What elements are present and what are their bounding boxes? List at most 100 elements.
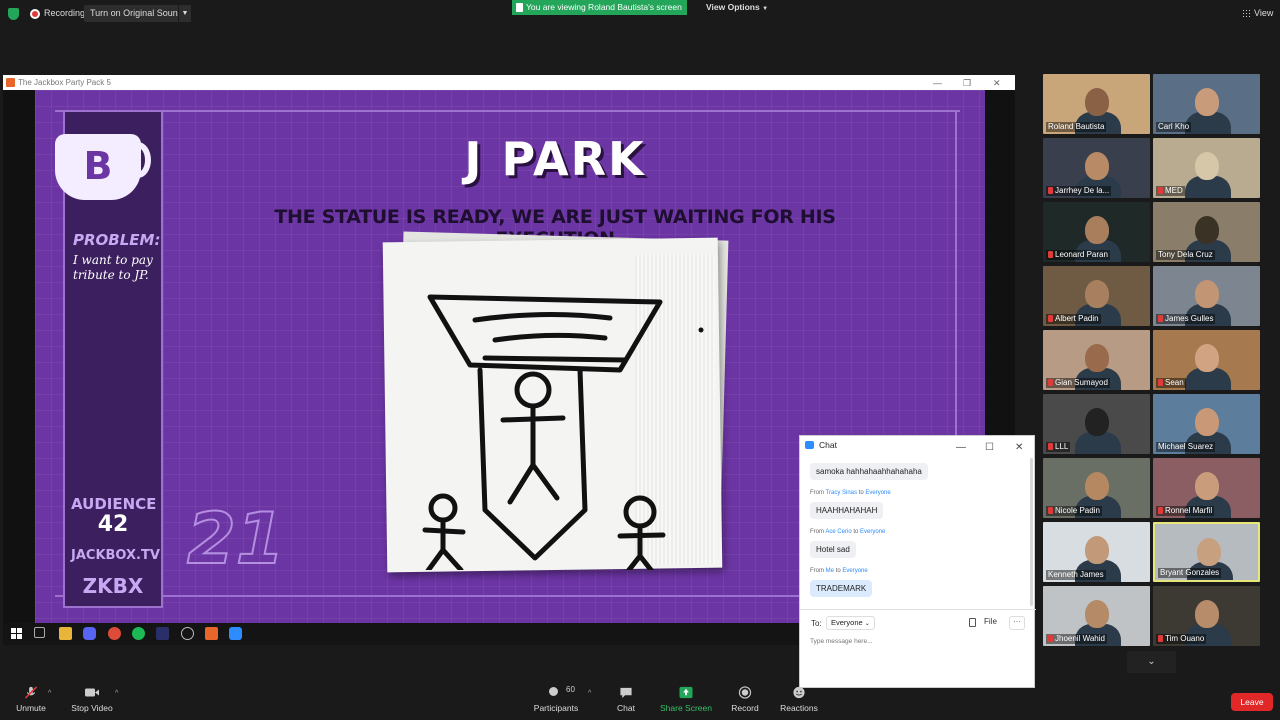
task-view-icon[interactable] xyxy=(34,627,45,638)
app-icon[interactable] xyxy=(156,627,169,640)
participant-name-text: Nicole Padin xyxy=(1055,506,1100,515)
smiley-icon xyxy=(793,686,805,699)
view-options-button[interactable]: View Options ▼ xyxy=(706,2,768,12)
steam-icon[interactable] xyxy=(181,627,194,640)
chevron-up-icon[interactable]: ^ xyxy=(48,690,51,697)
chat-scrollbar[interactable] xyxy=(1030,458,1033,606)
record-button[interactable]: Record xyxy=(728,682,762,713)
participants-button[interactable]: 60 Participants xyxy=(533,682,579,713)
share-screen-button[interactable]: Share Screen xyxy=(660,682,712,713)
more-options-button[interactable]: ··· xyxy=(1009,616,1025,630)
leave-button[interactable]: Leave xyxy=(1231,693,1273,711)
participant-name-text: Gian Sumayod xyxy=(1055,378,1108,387)
jackbox-app-icon xyxy=(6,78,15,87)
grid-view-icon[interactable] xyxy=(1242,9,1251,18)
chevron-up-icon[interactable]: ^ xyxy=(588,690,591,697)
chat-title: Chat xyxy=(819,440,837,450)
reactions-button[interactable]: Reactions xyxy=(778,682,820,713)
participant-face xyxy=(1195,408,1219,436)
participant-name-text: Kenneth James xyxy=(1048,570,1104,579)
participant-name-text: Leonard Paran xyxy=(1055,250,1108,259)
windows-start-icon[interactable] xyxy=(11,628,22,639)
sender-name[interactable]: Me xyxy=(826,568,834,574)
close-icon[interactable]: ✕ xyxy=(993,76,1001,91)
discord-icon[interactable] xyxy=(83,627,96,640)
participant-face xyxy=(1085,152,1109,180)
participant-tile[interactable]: Jhoenil Wahid xyxy=(1043,586,1150,646)
recipient-name[interactable]: Everyone xyxy=(842,568,867,574)
minimize-icon[interactable]: — xyxy=(933,76,942,91)
participant-tile[interactable]: Nicole Padin xyxy=(1043,458,1150,518)
participant-tile[interactable]: Tim Ouano xyxy=(1153,586,1260,646)
player-name: J PARK xyxy=(464,132,646,186)
muted-microphone-icon xyxy=(1158,635,1163,642)
chevron-down-icon: ▼ xyxy=(762,6,769,12)
viewing-banner-text: You are viewing Roland Bautista's screen xyxy=(526,2,682,12)
participant-face xyxy=(1195,280,1219,308)
sender-name[interactable]: Ace Cerio xyxy=(825,529,851,535)
restore-icon[interactable]: ❐ xyxy=(963,76,971,91)
original-sound-button[interactable]: Turn on Original Sound xyxy=(84,5,189,22)
recipient-select[interactable]: Everyone ⌄ xyxy=(826,616,875,630)
chrome-icon[interactable] xyxy=(108,627,121,640)
close-icon[interactable]: ✕ xyxy=(1015,439,1023,457)
muted-microphone-icon xyxy=(1048,187,1053,194)
chat-message: HAAHHAHAHAH xyxy=(810,502,884,519)
zoom-icon[interactable] xyxy=(229,627,242,640)
message-input[interactable] xyxy=(810,635,1025,647)
audience-count: 42 xyxy=(97,512,129,537)
file-explorer-icon[interactable] xyxy=(59,627,72,640)
participant-tile[interactable]: Leonard Paran xyxy=(1043,202,1150,262)
participant-tile[interactable]: Roland Bautista xyxy=(1043,74,1150,134)
participant-tile[interactable]: Gian Sumayod xyxy=(1043,330,1150,390)
minimize-icon[interactable]: — xyxy=(956,439,966,457)
unmute-button[interactable]: Unmute xyxy=(12,682,50,713)
maximize-icon[interactable]: ☐ xyxy=(985,439,994,457)
stop-video-button[interactable]: Stop Video xyxy=(70,682,114,713)
from-prefix: From xyxy=(810,529,824,535)
file-button[interactable]: File xyxy=(984,617,997,626)
participant-face xyxy=(1085,408,1109,436)
participants-icon-wrap: 60 xyxy=(533,682,579,703)
participant-tile[interactable]: Kenneth James xyxy=(1043,522,1150,582)
participant-name: Albert Padin xyxy=(1046,314,1101,324)
muted-microphone-icon xyxy=(1158,507,1163,514)
view-button[interactable]: View xyxy=(1254,8,1273,18)
participant-tile[interactable]: Ronnel Marfil xyxy=(1153,458,1260,518)
to-word: to xyxy=(835,568,841,574)
participant-tile[interactable]: Sean xyxy=(1153,330,1260,390)
muted-microphone-icon xyxy=(1158,187,1163,194)
participant-name-text: Ronnel Marfil xyxy=(1165,506,1213,515)
chat-button[interactable]: Chat xyxy=(612,682,640,713)
chevron-up-icon[interactable]: ^ xyxy=(115,690,118,697)
participant-tile[interactable]: MED xyxy=(1153,138,1260,198)
file-icon[interactable] xyxy=(969,618,976,627)
recipient-name[interactable]: Everyone xyxy=(860,529,885,535)
participant-name: Sean xyxy=(1156,378,1186,388)
spotify-icon[interactable] xyxy=(132,627,145,640)
share-screen-icon xyxy=(679,686,693,699)
recipient-value: Everyone xyxy=(831,618,863,627)
participant-tile[interactable]: Bryant Gonzales xyxy=(1153,522,1260,582)
participant-tile[interactable]: Tony Dela Cruz xyxy=(1153,202,1260,262)
jackbox-taskbar-icon[interactable] xyxy=(205,627,218,640)
participant-tile[interactable]: James Gulles xyxy=(1153,266,1260,326)
from-prefix: From xyxy=(810,568,824,574)
participant-tile[interactable]: Albert Padin xyxy=(1043,266,1150,326)
chat-label: Chat xyxy=(617,703,635,713)
muted-microphone-icon xyxy=(1048,635,1053,642)
sender-name[interactable]: Tracy Sinas xyxy=(826,490,857,496)
participant-tile[interactable]: Michael Suarez xyxy=(1153,394,1260,454)
view-options-label: View Options xyxy=(706,2,760,12)
muted-microphone-icon xyxy=(24,686,38,699)
participant-tile[interactable]: LLL xyxy=(1043,394,1150,454)
security-shield-icon[interactable] xyxy=(8,8,19,20)
participant-tile[interactable]: Jarrhey De la... xyxy=(1043,138,1150,198)
recipient-name[interactable]: Everyone xyxy=(865,490,890,496)
chevron-down-icon[interactable]: ⌄ xyxy=(1127,651,1176,673)
participant-tile[interactable]: Carl Kho xyxy=(1153,74,1260,134)
muted-microphone-icon xyxy=(1048,507,1053,514)
muted-microphone-icon xyxy=(1158,315,1163,322)
participant-name: Tim Ouano xyxy=(1156,634,1207,644)
chevron-down-icon[interactable]: ▼ xyxy=(178,5,191,22)
